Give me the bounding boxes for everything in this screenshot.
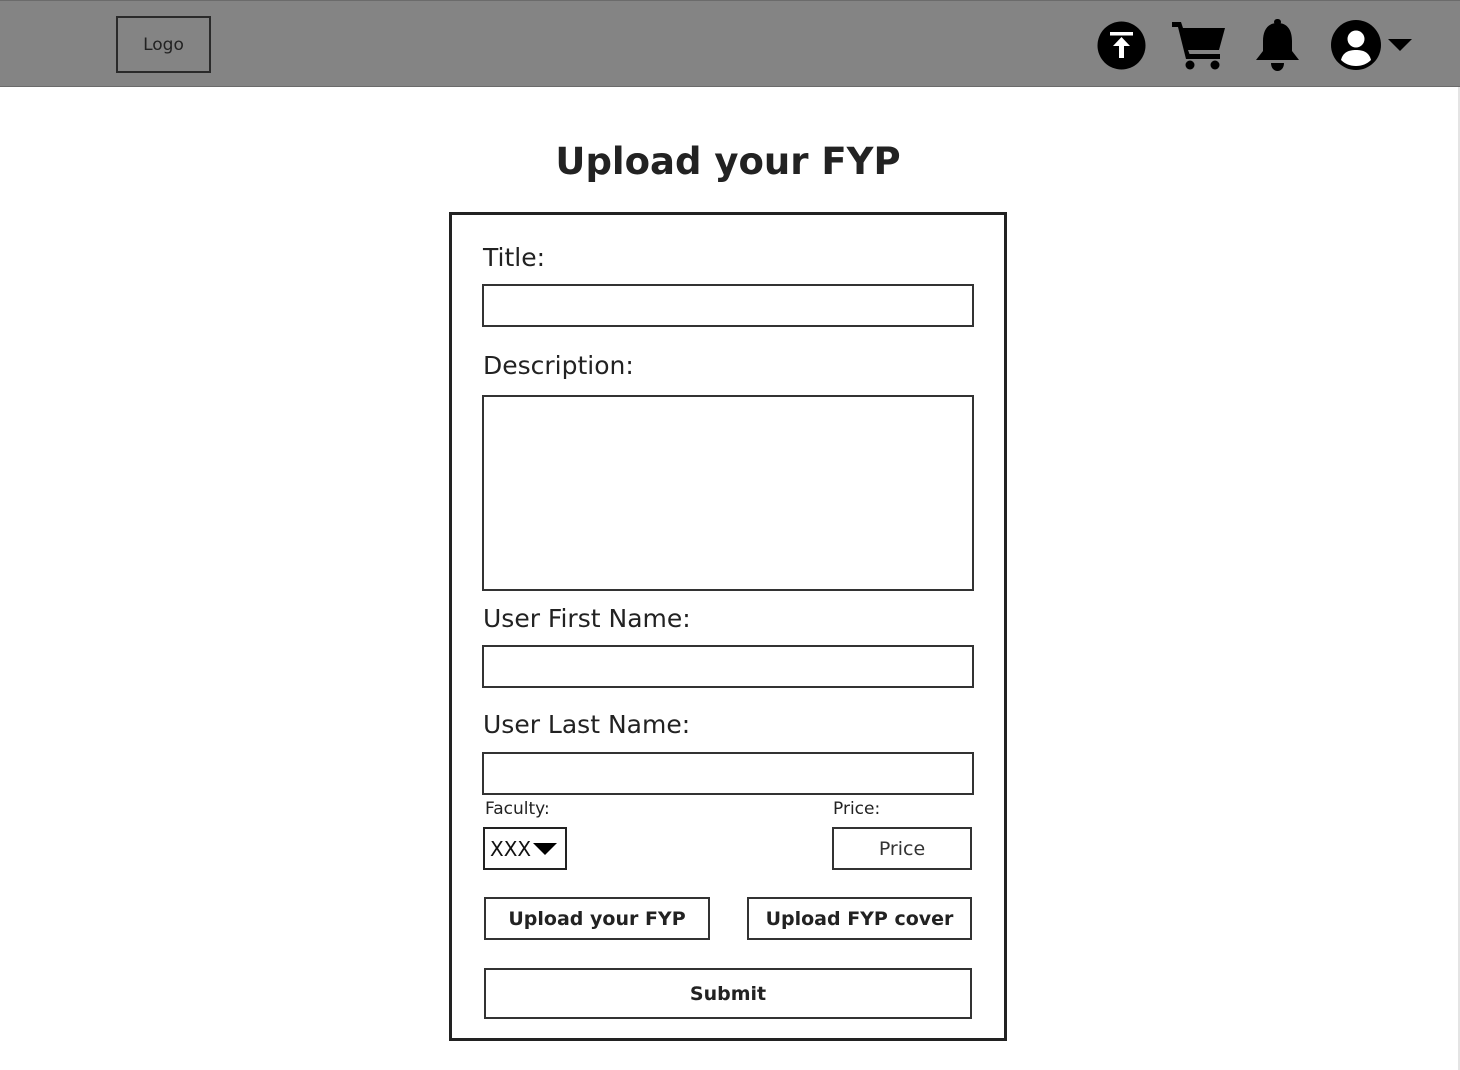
upload-fyp-button[interactable]: Upload your FYP: [484, 897, 710, 940]
title-input[interactable]: [482, 284, 974, 327]
cart-icon[interactable]: [1171, 20, 1226, 70]
submit-button[interactable]: Submit: [484, 968, 972, 1019]
upload-cover-button[interactable]: Upload FYP cover: [747, 897, 972, 940]
first-name-label: User First Name:: [483, 604, 691, 633]
top-navbar: Logo: [0, 0, 1460, 87]
faculty-label: Faculty:: [485, 799, 550, 819]
dropdown-caret-icon: [533, 842, 558, 856]
logo[interactable]: Logo: [116, 16, 211, 73]
faculty-select[interactable]: XXX: [483, 827, 567, 870]
last-name-label: User Last Name:: [483, 710, 691, 739]
first-name-input[interactable]: [482, 645, 974, 688]
upload-icon[interactable]: [1097, 21, 1146, 70]
description-label: Description:: [483, 351, 634, 380]
caret-down-icon[interactable]: [1387, 37, 1413, 53]
faculty-selected-value: XXX: [490, 836, 532, 861]
title-label: Title:: [483, 243, 545, 272]
price-label: Price:: [833, 799, 881, 819]
price-input[interactable]: [832, 827, 972, 870]
user-icon[interactable]: [1330, 20, 1382, 70]
page-title: Upload your FYP: [555, 140, 901, 183]
description-textarea[interactable]: [482, 395, 974, 591]
bell-icon[interactable]: [1254, 19, 1301, 71]
last-name-input[interactable]: [482, 752, 974, 795]
logo-label: Logo: [143, 34, 184, 55]
